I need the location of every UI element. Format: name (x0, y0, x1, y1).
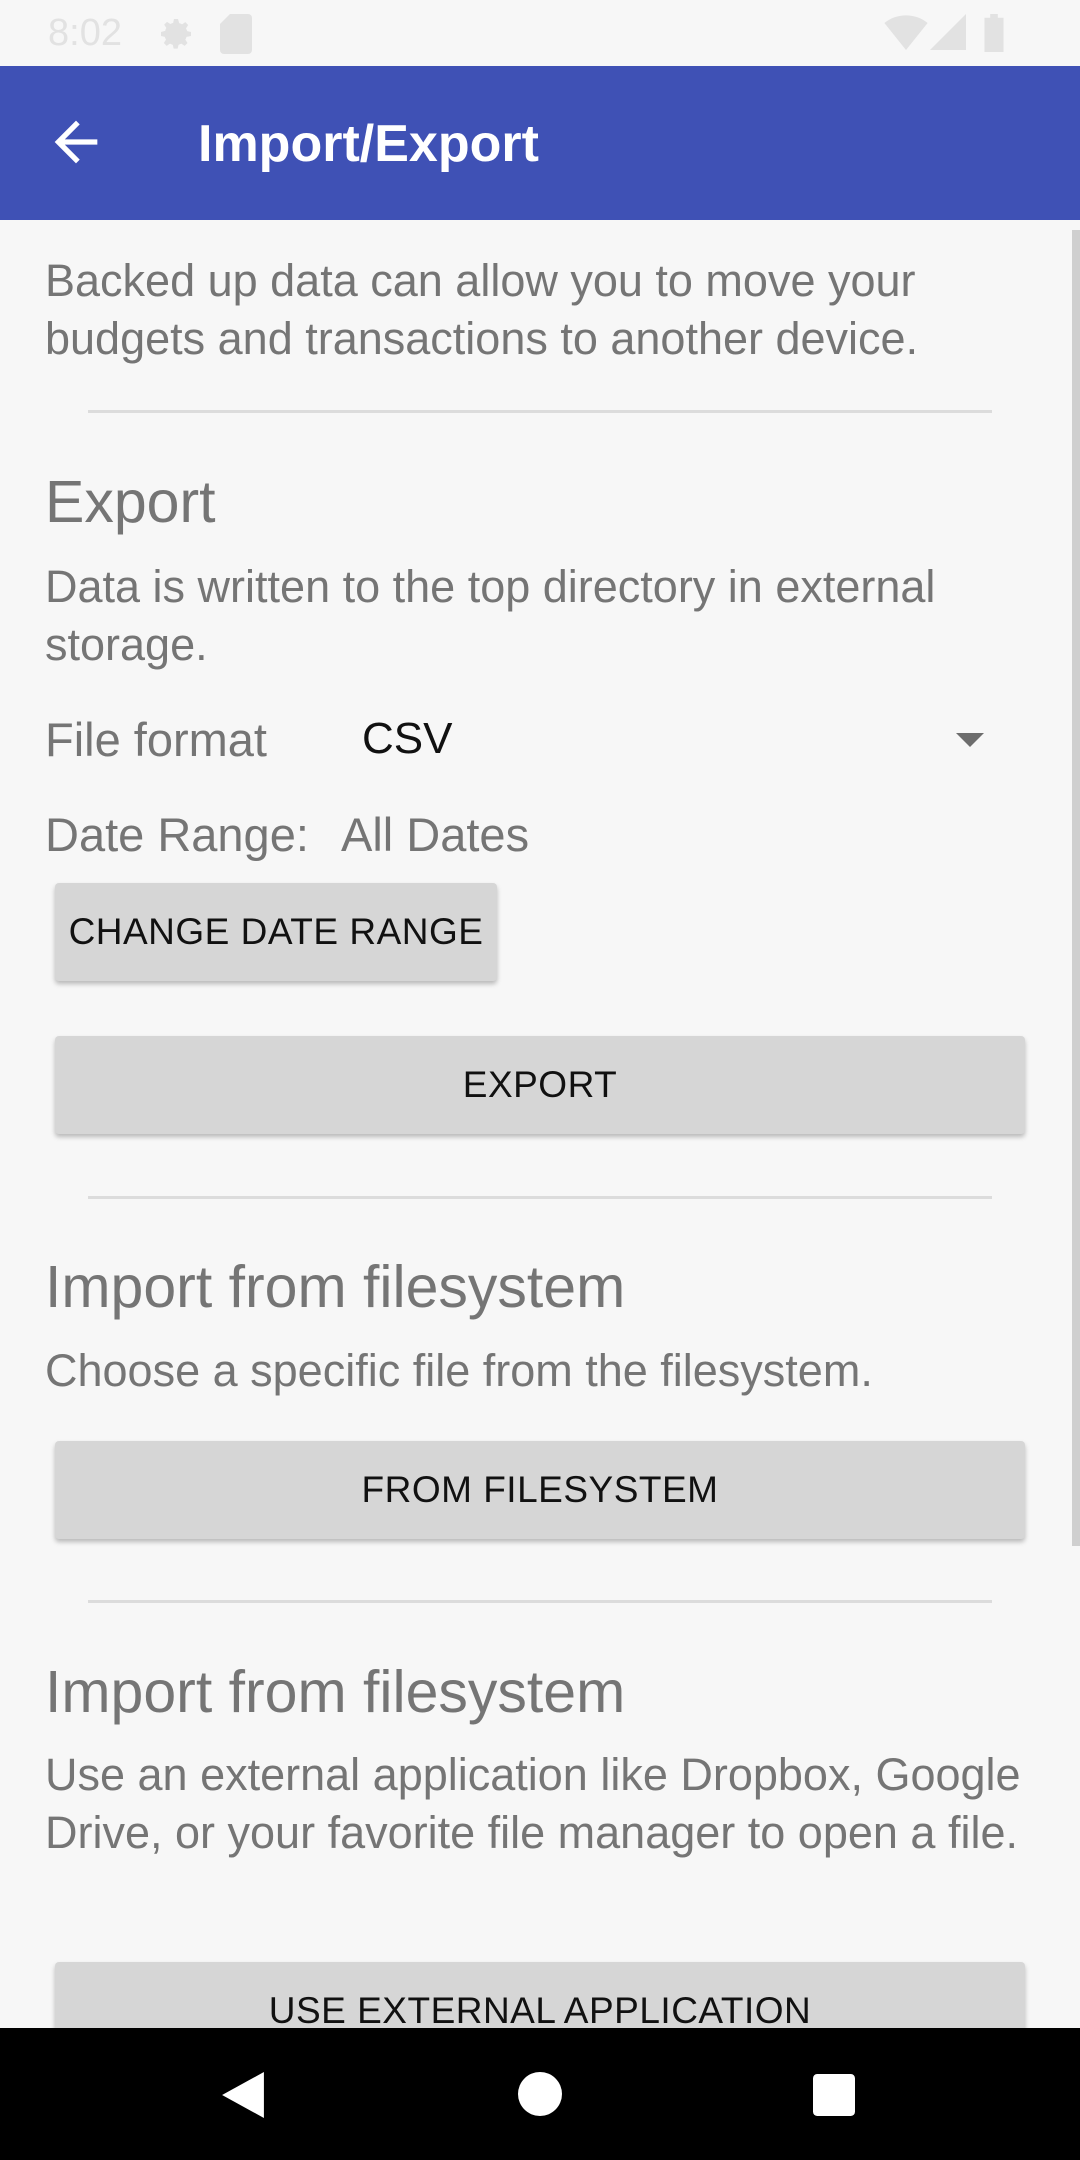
export-heading: Export (45, 469, 216, 535)
app-bar: Import/Export (0, 66, 1080, 220)
back-arrow-icon[interactable] (44, 110, 108, 174)
file-format-value[interactable]: CSV (362, 714, 452, 764)
export-button[interactable]: EXPORT (55, 1036, 1025, 1134)
status-bar: 8:02 (0, 0, 1080, 66)
back-nav-icon[interactable] (222, 2072, 264, 2123)
from-filesystem-button[interactable]: FROM FILESYSTEM (55, 1441, 1025, 1539)
change-date-range-button[interactable]: CHANGE DATE RANGE (55, 883, 497, 981)
import-filesystem-description: Choose a specific file from the filesyst… (45, 1345, 873, 1396)
import-external-heading: Import from filesystem (45, 1659, 626, 1725)
home-nav-icon[interactable] (518, 2072, 562, 2121)
export-description: Data is written to the top directory in … (45, 561, 936, 670)
battery-icon (982, 14, 1006, 57)
file-format-label: File format (45, 713, 267, 766)
divider (88, 410, 992, 413)
intro-text: Backed up data can allow you to move you… (45, 255, 919, 364)
navigation-bar (0, 2028, 1080, 2160)
date-range-value: All Dates (341, 808, 530, 861)
recents-nav-icon[interactable] (813, 2074, 855, 2121)
cell-signal-icon (930, 14, 966, 55)
date-range-label: Date Range: (45, 808, 309, 861)
sd-card-icon (220, 14, 252, 59)
import-export-content[interactable]: Backed up data can allow you to move you… (0, 220, 1080, 2028)
dropdown-arrow-icon[interactable] (956, 733, 984, 747)
import-external-description: Use an external application like Dropbox… (45, 1749, 1021, 1858)
status-time: 8:02 (48, 12, 122, 54)
divider (88, 1600, 992, 1603)
settings-icon (156, 14, 196, 59)
scrollbar[interactable] (1072, 230, 1080, 1546)
use-external-application-button[interactable]: USE EXTERNAL APPLICATION (55, 1962, 1025, 2028)
divider (88, 1196, 992, 1199)
import-filesystem-heading: Import from filesystem (45, 1254, 626, 1320)
page-title: Import/Export (198, 115, 539, 173)
wifi-icon (884, 14, 928, 55)
